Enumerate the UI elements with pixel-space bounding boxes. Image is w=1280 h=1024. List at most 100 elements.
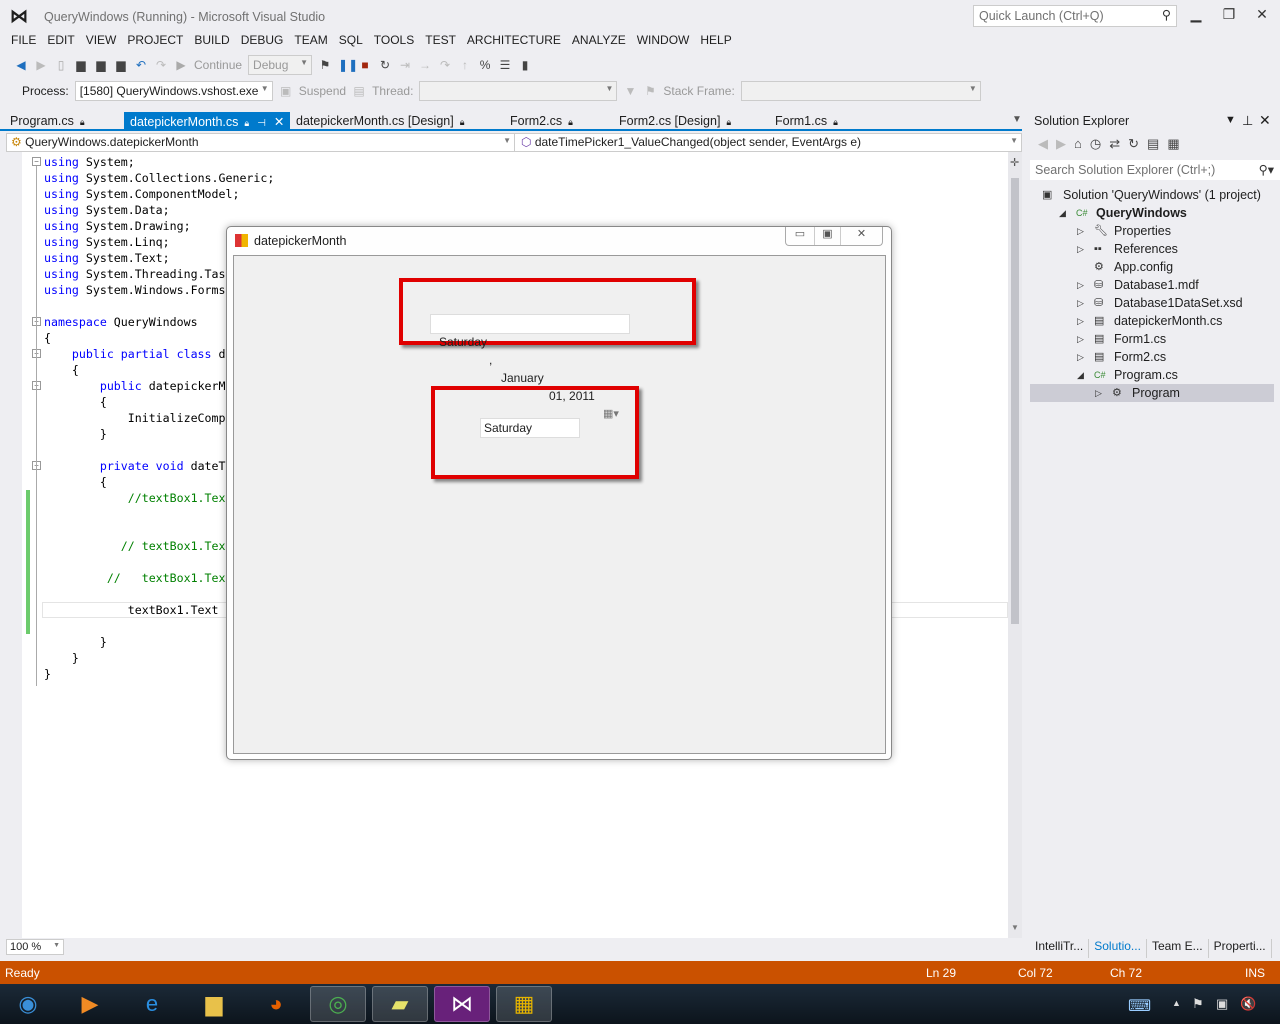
file-explorer-icon[interactable]: ▆: [186, 986, 242, 1022]
tab-1[interactable]: Program.cs 🔒︎: [4, 112, 91, 131]
expand-icon[interactable]: ▷: [1077, 294, 1084, 312]
tree-item[interactable]: ▷ ▪▪ References: [1030, 240, 1274, 258]
save-all-icon[interactable]: ▆: [114, 58, 128, 72]
collapse-icon[interactable]: −: [32, 157, 41, 166]
filter-icon[interactable]: ▼: [623, 84, 637, 98]
panel-tab[interactable]: Solutio...: [1089, 939, 1147, 958]
tree-item[interactable]: ▷ ⛁ Database1DataSet.xsd: [1030, 294, 1274, 312]
media-player-icon[interactable]: ▶: [62, 986, 118, 1022]
close-panel-icon[interactable]: ✕: [1259, 112, 1271, 129]
quick-launch-input[interactable]: Quick Launch (Ctrl+Q) ⚲: [973, 5, 1177, 27]
date-time-picker[interactable]: Saturday , January 01, 2011 ▦▾: [430, 314, 630, 420]
chrome-icon[interactable]: ◎: [310, 986, 366, 1022]
flag-threads-icon[interactable]: ⚑: [643, 84, 657, 98]
firefox-icon[interactable]: ◕: [248, 986, 304, 1022]
scrollbar-thumb[interactable]: [1011, 178, 1019, 624]
properties-icon[interactable]: ▦: [1167, 136, 1179, 152]
expand-icon[interactable]: ▷: [1077, 330, 1084, 348]
type-dropdown[interactable]: ⚙ QueryWindows.datepickerMonth ▼: [7, 134, 515, 151]
menu-project[interactable]: PROJECT: [127, 32, 183, 50]
collapse-all-icon[interactable]: ▤: [1147, 136, 1159, 152]
restart-icon[interactable]: ↻: [378, 58, 392, 72]
show-next-statement-icon[interactable]: ⇥: [398, 58, 412, 72]
pin-icon[interactable]: ⊥: [1242, 113, 1253, 129]
tree-item[interactable]: ◢ C# Program.cs: [1030, 366, 1274, 384]
form-maximize-button[interactable]: ▣: [814, 227, 840, 245]
tree-item[interactable]: ▷ ▤ datepickerMonth.cs: [1030, 312, 1274, 330]
sticky-notes-icon[interactable]: ▰: [372, 986, 428, 1022]
undo-icon[interactable]: ↶: [134, 58, 148, 72]
home-icon[interactable]: ⌂: [1074, 136, 1082, 152]
scroll-down-icon[interactable]: ▼: [1011, 923, 1019, 932]
back-icon[interactable]: ◀: [1038, 136, 1048, 152]
expand-icon[interactable]: ▷: [1077, 276, 1084, 294]
stack-frame-select[interactable]: ▼: [740, 81, 981, 101]
menu-sql[interactable]: SQL: [339, 32, 363, 50]
debug-location-icon[interactable]: ⚑: [318, 58, 332, 72]
network-icon[interactable]: ▣: [1216, 996, 1228, 1012]
threads-icon[interactable]: ☰: [498, 58, 512, 72]
panel-tab[interactable]: Team E...: [1147, 939, 1209, 958]
bookmark-icon[interactable]: ▮: [518, 58, 532, 72]
refresh-icon[interactable]: ↻: [1128, 136, 1139, 152]
zoom-select[interactable]: 100 % ▼: [6, 939, 64, 955]
expand-icon[interactable]: ▷: [1077, 312, 1084, 330]
tab-overflow-icon[interactable]: ▼: [1012, 114, 1022, 125]
start-orb-icon[interactable]: ◉: [0, 986, 56, 1022]
hex-display-icon[interactable]: %: [478, 58, 492, 72]
forward-icon[interactable]: ▶: [1056, 136, 1066, 152]
pin-tab-icon[interactable]: ⊣: [257, 118, 266, 129]
menu-window[interactable]: WINDOW: [637, 32, 690, 50]
save-icon[interactable]: ▆: [94, 58, 108, 72]
tree-item[interactable]: ▷ ⚙ Program: [1030, 384, 1274, 402]
day-textbox[interactable]: Saturday: [480, 418, 580, 438]
navigate-back-icon[interactable]: ◀: [14, 58, 28, 72]
tab-2[interactable]: datepickerMonth.cs 🔒︎ ⊣ ✕: [124, 112, 291, 131]
suspend-button[interactable]: Suspend: [299, 84, 346, 98]
menu-build[interactable]: BUILD: [194, 32, 229, 50]
menu-debug[interactable]: DEBUG: [241, 32, 284, 50]
panel-menu-icon[interactable]: ▼: [1225, 114, 1236, 126]
expand-icon[interactable]: ▷: [1095, 384, 1102, 402]
tree-item[interactable]: ▷ ⛁ Database1.mdf: [1030, 276, 1274, 294]
continue-icon[interactable]: ▶: [174, 58, 188, 72]
volume-muted-icon[interactable]: 🔇: [1240, 996, 1256, 1012]
solution-search-input[interactable]: Search Solution Explorer (Ctrl+;) ⚲▾: [1030, 160, 1280, 180]
split-icon[interactable]: ✛: [1010, 156, 1019, 169]
process-select[interactable]: [1580] QueryWindows.vshost.exe ▼: [74, 81, 273, 101]
tree-item[interactable]: ⚙ App.config: [1030, 258, 1274, 276]
tab-5[interactable]: Form2.cs [Design] 🔒︎: [613, 112, 737, 131]
stop-icon[interactable]: ■: [358, 58, 372, 72]
tab-4[interactable]: Form2.cs 🔒︎: [504, 112, 579, 131]
keyboard-icon[interactable]: ⌨: [1128, 996, 1151, 1016]
form-close-button[interactable]: ✕: [840, 227, 882, 245]
panel-tab[interactable]: Properti...: [1209, 939, 1272, 958]
menu-tools[interactable]: TOOLS: [374, 32, 414, 50]
close-tab-icon[interactable]: ✕: [274, 115, 284, 129]
menu-edit[interactable]: EDIT: [47, 32, 74, 50]
tree-item[interactable]: ▣ Solution 'QueryWindows' (1 project): [1030, 186, 1274, 204]
expand-icon[interactable]: ▷: [1077, 240, 1084, 258]
close-button[interactable]: ✕: [1252, 6, 1272, 23]
action-center-icon[interactable]: ⚑: [1192, 996, 1204, 1012]
configuration-select[interactable]: Debug ▼: [248, 55, 313, 75]
form-minimize-button[interactable]: ▭: [786, 227, 814, 245]
expand-icon[interactable]: ▷: [1077, 348, 1084, 366]
step-out-icon[interactable]: ↑: [458, 58, 472, 72]
redo-icon[interactable]: ↷: [154, 58, 168, 72]
show-hidden-icons-icon[interactable]: ▲: [1172, 998, 1181, 1008]
continue-button[interactable]: Continue: [194, 58, 242, 72]
menu-analyze[interactable]: ANALYZE: [572, 32, 626, 50]
navigate-forward-icon[interactable]: ▶: [34, 58, 48, 72]
horizontal-scrollbar[interactable]: [0, 938, 1022, 956]
pending-changes-icon[interactable]: ◷: [1090, 136, 1101, 152]
new-project-icon[interactable]: ▯: [54, 58, 68, 72]
thread-select[interactable]: ▼: [419, 81, 618, 101]
menu-help[interactable]: HELP: [700, 32, 731, 50]
panel-tab[interactable]: IntelliTr...: [1030, 939, 1090, 958]
restore-button[interactable]: ❐: [1219, 6, 1239, 23]
open-file-icon[interactable]: ▆: [74, 58, 88, 72]
winforms-app-icon[interactable]: ▦: [496, 986, 552, 1022]
menu-architecture[interactable]: ARCHITECTURE: [467, 32, 561, 50]
minimize-button[interactable]: ▁: [1186, 6, 1206, 23]
